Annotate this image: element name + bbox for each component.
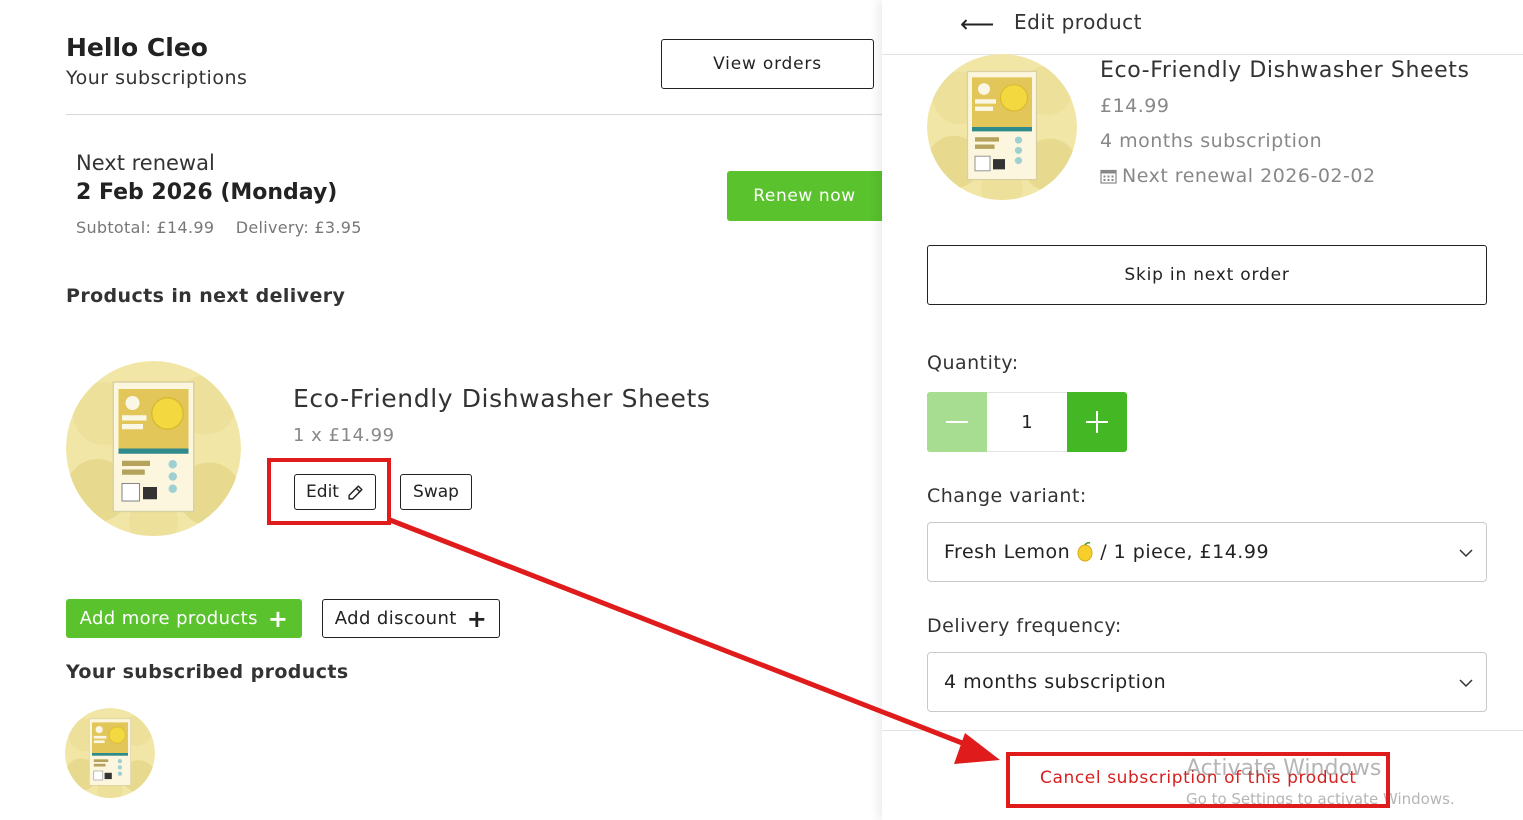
subscriptions-main: Hello Cleo Your subscriptions View order… xyxy=(0,0,882,820)
panel-product-name: Eco-Friendly Dishwasher Sheets xyxy=(1100,58,1470,83)
renew-now-button[interactable]: Renew now xyxy=(727,171,882,221)
plus-icon: + xyxy=(466,604,488,633)
panel-product-image xyxy=(927,54,1077,200)
renewal-costs: Subtotal: £14.99 Delivery: £3.95 xyxy=(76,218,378,237)
subtotal-text: Subtotal: £14.99 xyxy=(76,218,215,237)
product-name: Eco-Friendly Dishwasher Sheets xyxy=(293,384,711,413)
swap-product-button[interactable]: Swap xyxy=(400,474,472,510)
panel-product-price: £14.99 xyxy=(1100,95,1170,117)
cancel-highlight-box xyxy=(1006,752,1390,808)
page-subtitle: Your subscriptions xyxy=(66,67,248,89)
panel-next-renewal: Next renewal 2026-02-02 xyxy=(1100,165,1376,187)
next-renewal-label: Next renewal xyxy=(76,151,215,175)
minus-icon xyxy=(946,421,968,423)
view-orders-button[interactable]: View orders xyxy=(661,39,874,89)
chevron-down-icon xyxy=(1459,679,1473,688)
frequency-select[interactable]: 4 months subscription xyxy=(927,652,1487,712)
skip-next-order-button[interactable]: Skip in next order xyxy=(927,245,1487,305)
edit-highlight-box xyxy=(267,458,391,525)
frequency-label: Delivery frequency: xyxy=(927,615,1122,637)
arrow-left-icon[interactable]: ⟵ xyxy=(960,10,994,38)
plus-icon xyxy=(1086,411,1108,433)
panel-subscription-text: 4 months subscription xyxy=(1100,130,1323,152)
subscribed-products-heading: Your subscribed products xyxy=(66,661,349,683)
add-discount-button[interactable]: Add discount + xyxy=(322,599,500,638)
quantity-label: Quantity: xyxy=(927,352,1019,374)
add-more-label: Add more products xyxy=(79,608,258,629)
variant-label: Change variant: xyxy=(927,485,1087,507)
subscribed-product-thumbnail[interactable] xyxy=(65,708,155,798)
quantity-input[interactable] xyxy=(987,392,1067,452)
panel-title: Edit product xyxy=(1014,10,1143,34)
header-divider xyxy=(66,114,882,115)
quantity-increase-button[interactable] xyxy=(1067,392,1127,452)
panel-header-divider xyxy=(882,54,1523,55)
product-quantity-price: 1 x £14.99 xyxy=(293,425,395,446)
frequency-value: 4 months subscription xyxy=(944,671,1167,693)
variant-detail: / 1 piece, £14.99 xyxy=(1100,541,1270,563)
lemon-emoji-icon xyxy=(1077,542,1093,562)
next-renewal-date: 2 Feb 2026 (Monday) xyxy=(76,180,338,205)
add-discount-label: Add discount xyxy=(334,608,457,629)
greeting: Hello Cleo xyxy=(66,33,208,62)
plus-icon: + xyxy=(267,604,289,633)
product-image xyxy=(66,361,241,536)
variant-name: Fresh Lemon xyxy=(944,541,1071,563)
calendar-icon xyxy=(1100,169,1117,184)
variant-select[interactable]: Fresh Lemon / 1 piece, £14.99 xyxy=(927,522,1487,582)
chevron-down-icon xyxy=(1459,549,1473,558)
next-renewal-text: Next renewal 2026-02-02 xyxy=(1122,165,1376,187)
panel-footer-divider xyxy=(882,730,1523,731)
add-more-products-button[interactable]: Add more products + xyxy=(66,599,302,638)
quantity-decrease-button[interactable] xyxy=(927,392,987,452)
next-delivery-heading: Products in next delivery xyxy=(66,285,346,307)
delivery-text: Delivery: £3.95 xyxy=(235,218,362,237)
